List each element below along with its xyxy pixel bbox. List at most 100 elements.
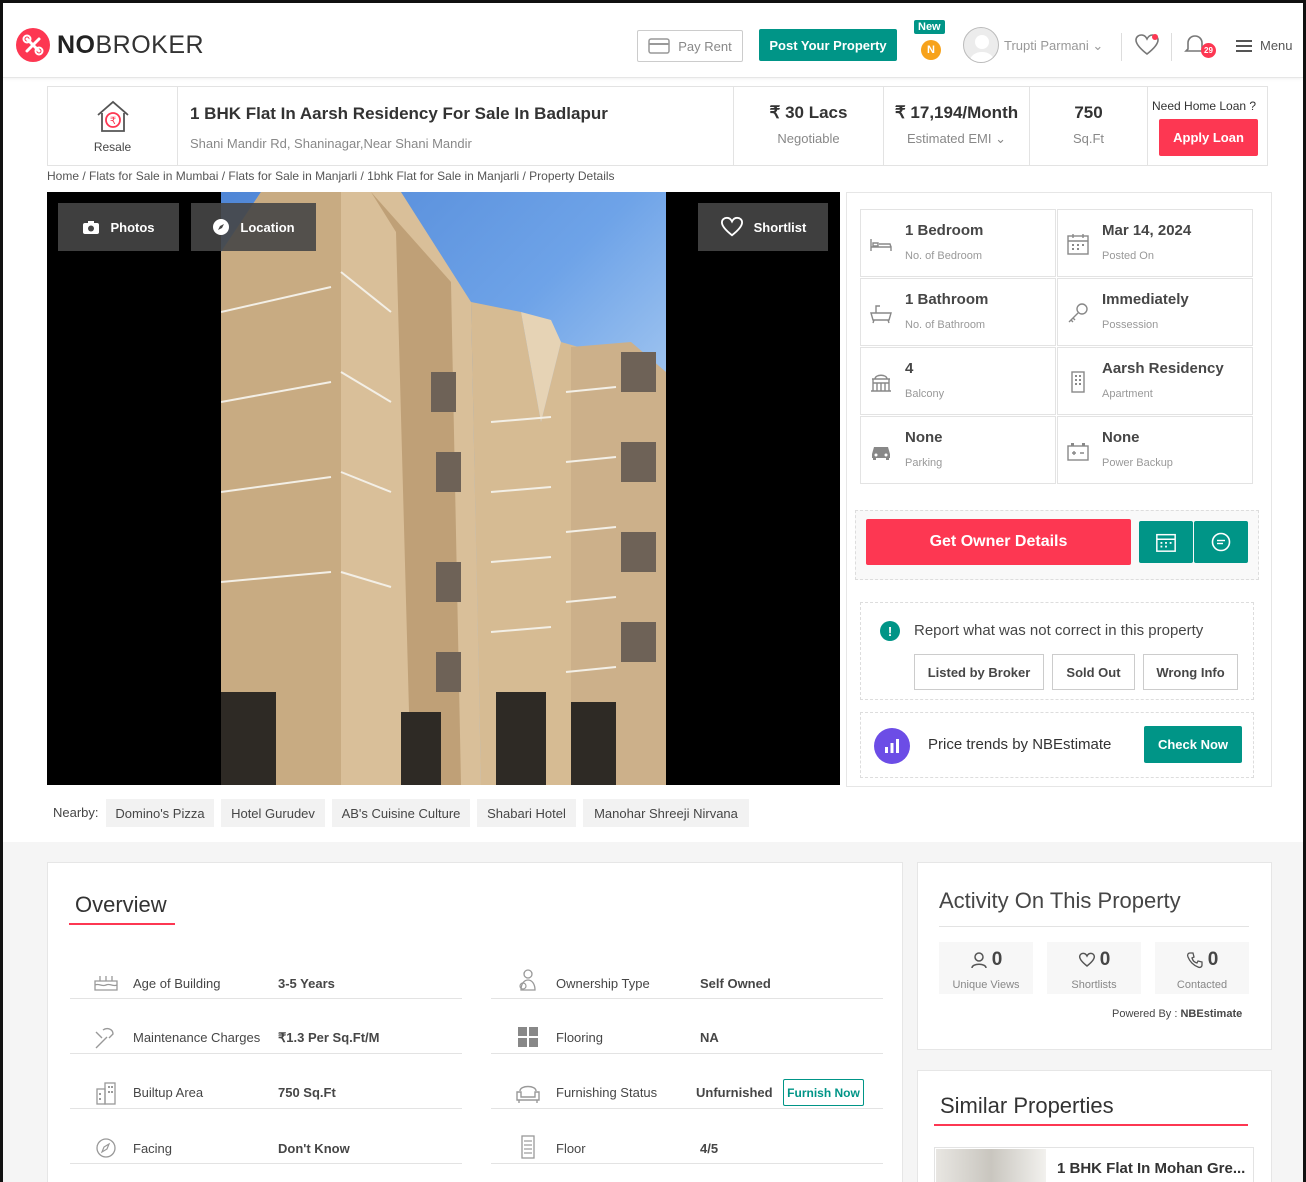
logo-wordmark[interactable]: NOBROKER	[57, 31, 204, 60]
location-button[interactable]: Location	[191, 203, 316, 251]
tools-icon	[95, 1027, 114, 1049]
heart-icon	[720, 216, 743, 237]
row-divider	[491, 1163, 883, 1164]
area-unit: Sq.Ft	[1072, 131, 1105, 146]
heart-icon	[1078, 952, 1095, 967]
property-photo-viewer[interactable]: Photos Location Shortlist	[47, 192, 840, 785]
key-icon	[1068, 303, 1088, 323]
spec-bedroom: 1 Bedroom No. of Bedroom	[860, 209, 1056, 277]
bed-icon	[870, 239, 892, 251]
nearby-label: Nearby:	[53, 805, 99, 820]
info-icon: !	[880, 621, 900, 641]
furnish-now-button[interactable]: Furnish Now	[783, 1079, 864, 1106]
svg-text:₹: ₹	[110, 116, 116, 127]
listing-title-bar: ₹ Resale 1 BHK Flat In Aarsh Residency F…	[47, 86, 1268, 166]
menu-button[interactable]: Menu	[1236, 38, 1293, 53]
card-icon	[648, 38, 670, 54]
pay-rent-button[interactable]: Pay Rent	[637, 30, 743, 62]
price-trend-text: Price trends by NBEstimate	[928, 736, 1112, 753]
price-cell: ₹ 30 Lacs Negotiable	[734, 87, 884, 165]
row-divider	[70, 1163, 462, 1164]
nearby-bar: Nearby: Domino's Pizza Hotel Gurudev AB'…	[47, 793, 843, 833]
compass-icon	[96, 1138, 116, 1158]
chat-button[interactable]	[1194, 521, 1248, 563]
shortlist-heart-icon[interactable]	[1134, 33, 1160, 62]
avatar[interactable]	[963, 27, 999, 63]
similar-property-thumbnail	[936, 1149, 1046, 1182]
nb-coin-icon[interactable]: N	[921, 40, 941, 60]
emi-dropdown[interactable]: Estimated EMI ⌄	[884, 131, 1029, 147]
unique-views-stat: 0 Unique Views	[939, 942, 1033, 994]
nbestimate-chart-icon	[874, 728, 910, 764]
nearby-chip[interactable]: Shabari Hotel	[477, 799, 576, 827]
car-icon	[872, 447, 890, 460]
spec-balcony: 4 Balcony	[860, 347, 1056, 415]
check-now-button[interactable]: Check Now	[1144, 726, 1242, 763]
nearby-chip[interactable]: Hotel Gurudev	[221, 799, 325, 827]
listed-by-broker-button[interactable]: Listed by Broker	[914, 654, 1044, 690]
shortlists-stat: 0 Shortlists	[1047, 942, 1141, 994]
floor-icon	[521, 1135, 535, 1159]
similar-properties-title: Similar Properties	[940, 1093, 1114, 1118]
contacted-stat: 0 Contacted	[1155, 942, 1249, 994]
sold-out-button[interactable]: Sold Out	[1052, 654, 1135, 690]
listing-type: Resale	[93, 140, 132, 154]
report-text: Report what was not correct in this prop…	[914, 622, 1204, 639]
balcony-icon	[871, 374, 891, 392]
powered-by: Powered By : NBEstimate	[1112, 1008, 1243, 1020]
nobroker-logo-icon[interactable]	[16, 28, 50, 62]
similar-underline	[934, 1124, 1248, 1126]
row-divider	[491, 998, 883, 999]
row-divider	[491, 1053, 883, 1054]
buildings-icon	[96, 1082, 116, 1105]
area-value: 750	[1074, 103, 1103, 122]
spec-posted-on: Mar 14, 2024 Posted On	[1057, 209, 1253, 277]
tiles-icon	[518, 1027, 538, 1047]
emi-value: ₹ 17,194/Month	[894, 103, 1019, 122]
similar-property-title[interactable]: 1 BHK Flat In Mohan Gre...	[1057, 1160, 1245, 1177]
post-property-button[interactable]: Post Your Property	[759, 29, 897, 61]
spec-parking: None Parking	[860, 416, 1056, 484]
user-menu[interactable]: Trupti Parmani ⌄	[1004, 38, 1103, 54]
new-badge: New	[914, 20, 945, 34]
chevron-down-icon: ⌄	[1092, 38, 1104, 53]
cake-icon	[94, 976, 118, 991]
building-icon	[1071, 371, 1085, 393]
photos-button[interactable]: Photos	[58, 203, 179, 251]
overview-card	[47, 862, 903, 1182]
apply-loan-button[interactable]: Apply Loan	[1159, 119, 1258, 156]
shortlist-button[interactable]: Shortlist	[698, 203, 828, 251]
divider	[1121, 33, 1122, 61]
sofa-icon	[516, 1085, 540, 1103]
spec-possession: Immediately Possession	[1057, 278, 1253, 346]
house-rupee-icon: ₹	[97, 100, 129, 132]
get-owner-details-button[interactable]: Get Owner Details	[866, 519, 1131, 565]
title-cell	[178, 87, 734, 165]
wrong-info-button[interactable]: Wrong Info	[1143, 654, 1238, 690]
spec-power-backup: None Power Backup	[1057, 416, 1253, 484]
row-divider	[491, 1108, 883, 1109]
phone-icon	[1186, 952, 1203, 969]
area-cell: 750 Sq.Ft	[1030, 87, 1148, 165]
notification-count-badge: 29	[1201, 43, 1216, 58]
row-divider	[70, 1108, 462, 1109]
activity-title: Activity On This Property	[939, 888, 1181, 913]
price-note: Negotiable	[777, 131, 840, 146]
chat-icon	[1211, 532, 1231, 552]
owner-icon	[519, 969, 536, 991]
listing-type-cell: ₹ Resale	[48, 87, 178, 165]
hamburger-icon	[1236, 39, 1252, 52]
spec-apartment: Aarsh Residency Apartment	[1057, 347, 1253, 415]
nearby-chip[interactable]: Domino's Pizza	[106, 799, 214, 827]
user-icon	[970, 952, 987, 969]
divider	[1171, 33, 1172, 61]
overview-underline	[69, 923, 175, 925]
breadcrumb[interactable]: Home / Flats for Sale in Mumbai / Flats …	[47, 169, 615, 183]
row-divider	[70, 1053, 462, 1054]
camera-icon	[83, 220, 100, 234]
schedule-visit-button[interactable]	[1139, 521, 1193, 563]
chevron-down-icon: ⌄	[995, 131, 1007, 146]
nearby-chip[interactable]: AB's Cuisine Culture	[332, 799, 470, 827]
nearby-chip[interactable]: Manohar Shreeji Nirvana	[583, 799, 749, 827]
emi-cell[interactable]: ₹ 17,194/Month Estimated EMI ⌄	[884, 87, 1030, 165]
